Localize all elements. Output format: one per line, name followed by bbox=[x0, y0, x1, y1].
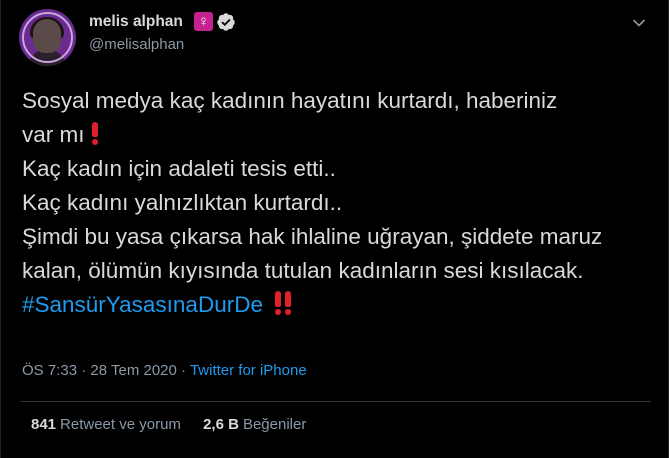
meta-separator: · bbox=[181, 362, 187, 379]
likes-label: Beğeniler bbox=[242, 416, 307, 433]
female-sign-icon: ♀ bbox=[194, 12, 213, 31]
tweet-meta: ÖS 7:33 · 28 Tem 2020 · Twitter for iPho… bbox=[22, 362, 307, 379]
tweet-line: Şimdi bu yasa çıkarsa hak ihlaline uğray… bbox=[22, 224, 603, 283]
chevron-down-icon[interactable] bbox=[629, 13, 649, 33]
tweet-line: var mı bbox=[22, 118, 642, 152]
hashtag-link[interactable]: #SansürYasasınaDurDe bbox=[22, 292, 263, 317]
red-exclamation-icon bbox=[91, 122, 99, 145]
verified-badge-icon bbox=[217, 13, 235, 31]
author-handle[interactable]: @melisalphan bbox=[89, 36, 184, 53]
tweet-time[interactable]: ÖS 7:33 bbox=[22, 362, 77, 379]
tweet-line: Kaç kadını yalnızlıktan kurtardı.. bbox=[22, 190, 343, 215]
avatar-ring bbox=[22, 12, 73, 63]
tweet-card: melis alphan ♀ @melisalphan Sosyal medya… bbox=[0, 0, 669, 458]
author-name[interactable]: melis alphan bbox=[89, 13, 183, 31]
tweet-date[interactable]: 28 Tem 2020 bbox=[90, 362, 176, 379]
tweet-line-text: var mı bbox=[22, 122, 85, 147]
retweets-stat[interactable]: 841 Retweet ve yorum bbox=[31, 416, 181, 433]
meta-separator: · bbox=[81, 362, 87, 379]
tweet-stats: 841 Retweet ve yorum 2,6 B Beğeniler bbox=[31, 416, 324, 433]
likes-count: 2,6 B bbox=[203, 416, 239, 433]
tweet-line: Kaç kadın için adaleti tesis etti.. bbox=[22, 156, 336, 181]
tweet-text: Sosyal medya kaç kadının hayatını kurtar… bbox=[22, 84, 642, 322]
tweet-source-link[interactable]: Twitter for iPhone bbox=[190, 362, 307, 379]
likes-stat[interactable]: 2,6 B Beğeniler bbox=[203, 416, 306, 433]
retweets-label: Retweet ve yorum bbox=[60, 416, 181, 433]
tweet-line: Sosyal medya kaç kadının hayatını kurtar… bbox=[22, 88, 558, 113]
tweet-line: #SansürYasasınaDurDe bbox=[22, 288, 642, 322]
red-double-exclamation-icon bbox=[273, 291, 295, 315]
avatar[interactable] bbox=[19, 9, 76, 66]
divider bbox=[20, 401, 651, 402]
retweets-count: 841 bbox=[31, 416, 57, 433]
